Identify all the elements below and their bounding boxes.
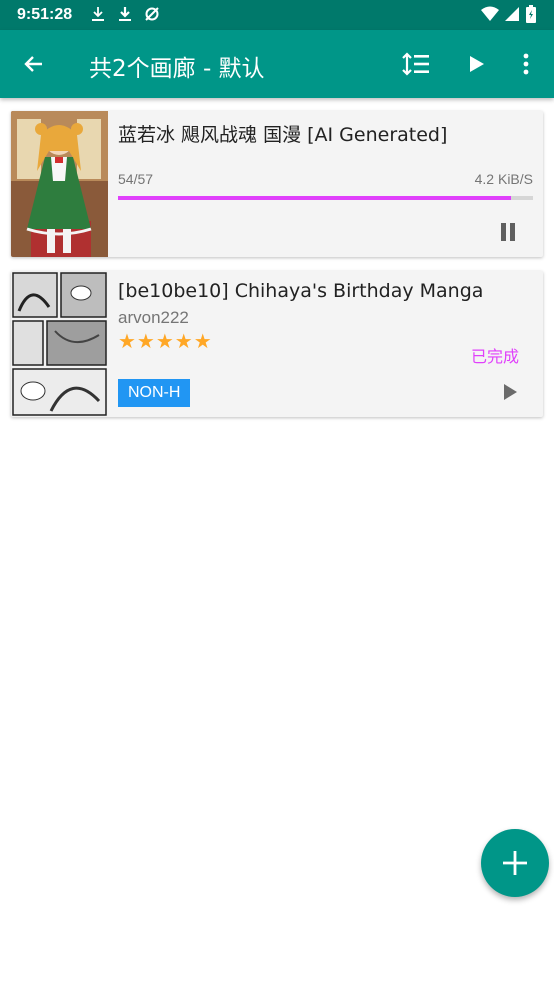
sort-icon [402,52,429,76]
download-icon [119,7,131,21]
start-all-button[interactable] [456,44,496,84]
add-button[interactable] [481,829,549,897]
download-state: 已完成 [471,347,520,366]
status-time: 9:51:28 [17,6,73,23]
category-badge: NON-H [118,379,191,407]
download-item[interactable]: [be10be10] Chihaya's Birthday Manga arvo… [11,271,543,417]
battery-icon [526,5,536,23]
download-speed: 4.2 KiB/S [474,171,533,187]
download-progress-bar [118,196,533,200]
sync-off-icon [145,7,159,21]
wifi-icon [481,6,499,21]
back-button[interactable] [14,44,54,84]
uploader-name: arvon222 [118,308,189,327]
play-icon [504,384,517,400]
status-bar: 9:51:28 [0,0,554,30]
plus-icon [503,851,527,875]
gallery-title: 蓝若冰 飓风战魂 国漫 [AI Generated] [118,124,448,146]
pause-icon [501,223,515,241]
gallery-thumbnail [11,111,108,257]
play-icon [470,56,484,72]
sort-button[interactable] [396,44,436,84]
arrow-left-icon [24,56,42,72]
download-progress-fill [118,196,511,200]
gallery-title: [be10be10] Chihaya's Birthday Manga [118,280,484,302]
page-progress-text: 54/57 [118,171,154,187]
pause-button[interactable] [491,215,525,249]
download-icon [92,7,104,21]
gallery-thumbnail [11,271,108,417]
start-button[interactable] [493,375,527,409]
app-bar: 共2个画廊 - 默认 [0,30,554,98]
rating-stars: ★★★★★ [118,331,213,353]
signal-icon [505,7,519,21]
more-vert-icon [523,53,529,75]
download-item[interactable]: 蓝若冰 飓风战魂 国漫 [AI Generated] 54/57 4.2 KiB… [11,111,543,257]
page-title: 共2个画廊 - 默认 [89,56,265,82]
more-options-button[interactable] [506,44,546,84]
